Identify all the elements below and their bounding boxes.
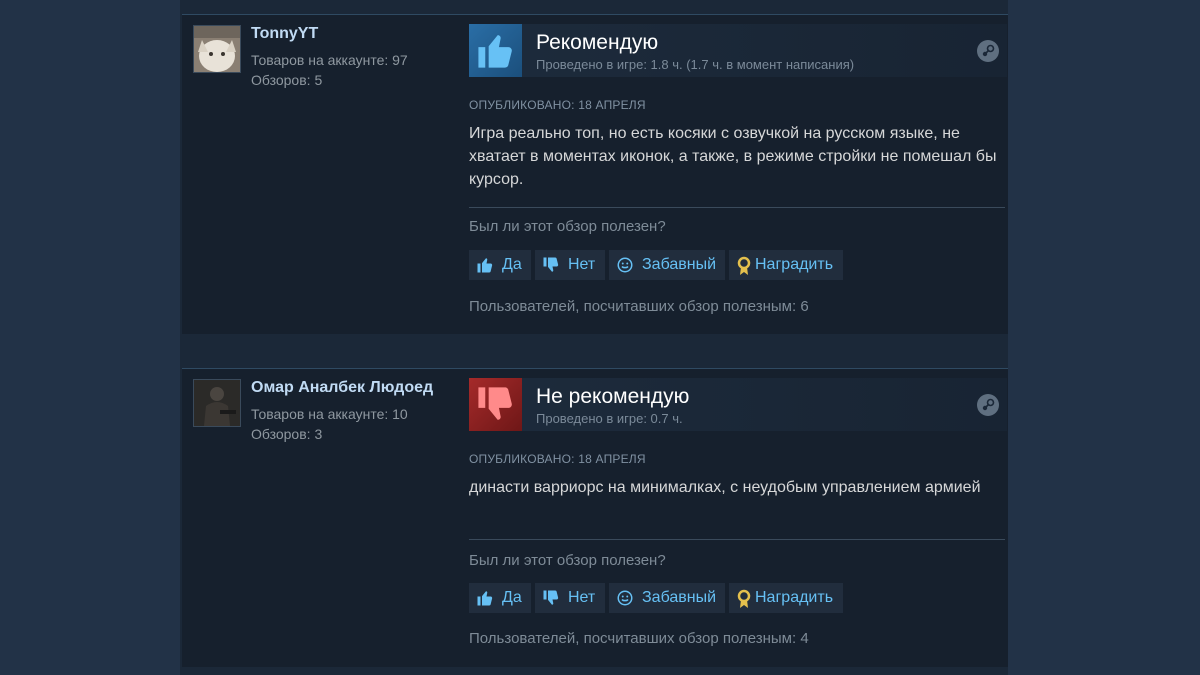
playtime: Проведено в игре: 0.7 ч.	[536, 411, 683, 426]
username[interactable]: Омар Аналбек Людоед	[251, 379, 446, 397]
posted-date: ОПУБЛИКОВАНО: 18 АПРЕЛЯ	[469, 452, 646, 466]
avatar[interactable]	[193, 25, 241, 73]
vote-yes-button[interactable]: Да	[469, 250, 531, 280]
award-label: Наградить	[755, 256, 834, 273]
thumbs-down-icon	[543, 257, 559, 272]
review-header: Рекомендую Проведено в игре: 1.8 ч. (1.7…	[469, 24, 1007, 77]
divider	[469, 207, 1005, 208]
page-background-right	[1008, 0, 1200, 675]
helpful-question: Был ли этот обзор полезен?	[469, 218, 666, 235]
products-count[interactable]: Товаров на аккаунте: 10	[251, 406, 408, 422]
helpful-question: Был ли этот обзор полезен?	[469, 552, 666, 569]
avatar[interactable]	[193, 379, 241, 427]
steam-icon	[977, 394, 999, 416]
smiley-icon	[617, 590, 633, 606]
review-card: TonnyYT Товаров на аккаунте: 97 Обзоров:…	[182, 14, 1008, 334]
reviews-count[interactable]: Обзоров: 5	[251, 72, 322, 88]
divider	[469, 539, 1005, 540]
award-button[interactable]: Наградить	[729, 583, 843, 613]
steam-icon	[977, 40, 999, 62]
thumbs-up-icon	[469, 24, 522, 77]
award-button[interactable]: Наградить	[729, 250, 843, 280]
smiley-icon	[617, 257, 633, 273]
vote-funny-label: Забавный	[642, 256, 717, 273]
vote-funny-button[interactable]: Забавный	[609, 250, 725, 280]
review-header: Не рекомендую Проведено в игре: 0.7 ч.	[469, 378, 1007, 431]
review-text: династи варриорс на минималках, с неудоб…	[469, 479, 981, 496]
review-verdict[interactable]: Рекомендую	[536, 31, 658, 55]
award-icon	[737, 256, 751, 275]
review-verdict[interactable]: Не рекомендую	[536, 385, 689, 409]
thumbs-up-icon	[477, 258, 493, 273]
username[interactable]: TonnyYT	[251, 25, 446, 43]
vote-funny-label: Забавный	[642, 589, 717, 606]
vote-no-button[interactable]: Нет	[535, 583, 605, 613]
vote-yes-button[interactable]: Да	[469, 583, 531, 613]
vote-no-label: Нет	[568, 589, 596, 606]
playtime: Проведено в игре: 1.8 ч. (1.7 ч. в момен…	[536, 57, 855, 72]
review-text: Игра реально топ, но есть косяки с озвуч…	[469, 125, 997, 188]
products-count[interactable]: Товаров на аккаунте: 97	[251, 52, 408, 68]
award-label: Наградить	[755, 589, 834, 606]
found-helpful-count: Пользователей, посчитавших обзор полезны…	[469, 630, 809, 647]
found-helpful-count: Пользователей, посчитавших обзор полезны…	[469, 298, 809, 315]
thumbs-down-icon	[543, 590, 559, 605]
page-background-left	[0, 0, 180, 675]
vote-funny-button[interactable]: Забавный	[609, 583, 725, 613]
award-icon	[737, 589, 751, 608]
vote-no-label: Нет	[568, 256, 596, 273]
thumbs-down-icon	[469, 378, 522, 431]
thumbs-up-icon	[477, 591, 493, 606]
posted-date: ОПУБЛИКОВАНО: 18 АПРЕЛЯ	[469, 98, 646, 112]
vote-no-button[interactable]: Нет	[535, 250, 605, 280]
reviews-count[interactable]: Обзоров: 3	[251, 426, 322, 442]
review-card: Омар Аналбек Людоед Товаров на аккаунте:…	[182, 368, 1008, 667]
vote-yes-label: Да	[502, 256, 522, 273]
vote-yes-label: Да	[502, 589, 522, 606]
